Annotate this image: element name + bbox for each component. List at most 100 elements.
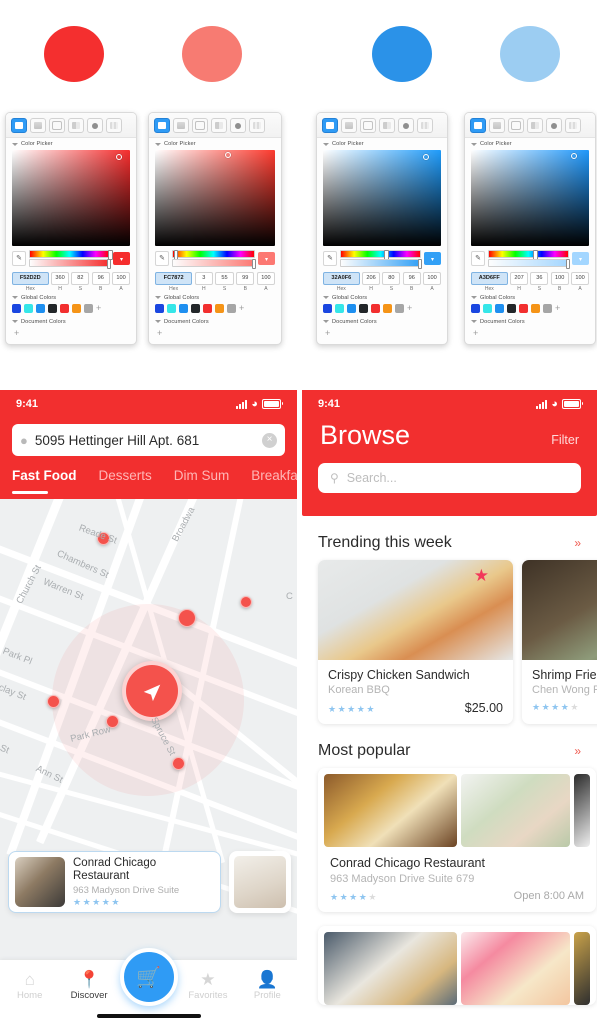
tab-breakfast[interactable]: Breakfa — [251, 466, 297, 499]
document-colors-section-header[interactable]: Document Colors — [6, 316, 136, 327]
address-value[interactable]: 5095 Hettinger Hill Apt. 681 — [35, 433, 255, 448]
color-picker-panel-4[interactable]: Color Picker ✎ ▾ A3D6FF Hex 207 H 36 S 1… — [464, 112, 596, 345]
tab-home[interactable]: ⌂ Home — [0, 971, 59, 1001]
restaurant-card-partial[interactable] — [318, 926, 596, 1005]
color-picker-panel-3[interactable]: Color Picker ✎ ▾ 32A0F6 Hex 206 H 80 S 9… — [316, 112, 448, 345]
food-card[interactable]: ★ Crispy Chicken Sandwich Korean BBQ ★ ★… — [318, 560, 513, 724]
hue-slider[interactable] — [340, 250, 421, 260]
gradient-tool-icon[interactable] — [341, 118, 357, 133]
fill-tool-icon[interactable] — [322, 118, 338, 133]
red-swatch[interactable] — [44, 26, 104, 82]
b-value[interactable]: 96 — [91, 271, 110, 285]
a-cell[interactable]: 100 A — [571, 271, 589, 292]
hue-slider[interactable] — [172, 250, 255, 260]
gradient-tool-icon[interactable] — [173, 118, 189, 133]
split-tool-icon[interactable] — [68, 118, 84, 133]
gradient-tool-icon[interactable] — [30, 118, 46, 133]
global-color-swatch[interactable] — [36, 303, 45, 313]
a-value[interactable]: 100 — [423, 271, 441, 285]
h-cell[interactable]: 207 H — [510, 271, 528, 292]
picker-toolbar[interactable] — [149, 113, 281, 138]
picker-toolbar[interactable] — [6, 113, 136, 138]
global-color-swatch[interactable] — [531, 303, 540, 313]
chevron-right-icon[interactable]: » — [574, 536, 581, 550]
document-colors-section-header[interactable]: Document Colors — [149, 316, 281, 327]
map-restaurant-carousel[interactable]: Conrad Chicago Restaurant 963 Madyson Dr… — [8, 851, 291, 913]
settings-gear-icon[interactable] — [546, 118, 562, 133]
pattern-tool-icon[interactable] — [106, 118, 122, 133]
blue-swatch[interactable] — [372, 26, 432, 82]
shadow-tool-icon[interactable] — [360, 118, 376, 133]
chevron-right-icon[interactable]: » — [574, 744, 581, 758]
bottom-tab-bar[interactable]: ⌂ Home 📍 Discover ★ Favorites 👤 Profile — [0, 948, 297, 1024]
global-color-swatch[interactable] — [48, 303, 57, 313]
current-color-box[interactable]: ▾ — [258, 251, 275, 265]
clear-icon[interactable]: × — [262, 432, 277, 448]
s-value[interactable]: 55 — [215, 271, 234, 285]
h-value[interactable]: 3 — [194, 271, 213, 285]
global-color-swatch[interactable] — [84, 303, 93, 313]
eyedropper-icon[interactable]: ✎ — [155, 250, 169, 266]
color-picker-section-header[interactable]: Color Picker — [149, 138, 281, 149]
add-document-color-icon[interactable]: + — [465, 327, 595, 344]
global-color-swatch[interactable] — [179, 303, 188, 313]
address-search-field[interactable]: ● 5095 Hettinger Hill Apt. 681 × — [12, 424, 285, 456]
b-cell[interactable]: 100 B — [550, 271, 569, 292]
global-color-swatch[interactable] — [483, 303, 492, 313]
global-color-swatch[interactable] — [519, 303, 528, 313]
restaurant-card[interactable]: Conrad Chicago Restaurant 963 Madyson Dr… — [318, 768, 596, 912]
saturation-brightness-field[interactable] — [471, 150, 589, 246]
color-picker-panel-1[interactable]: Color Picker ✎ ▾ F52D2D Hex 360 H 82 S 9… — [5, 112, 137, 345]
b-cell[interactable]: 96 B — [91, 271, 110, 292]
color-value-row[interactable]: A3D6FF Hex 207 H 36 S 100 B 100 A — [465, 268, 595, 292]
tab-desserts[interactable]: Desserts — [99, 466, 152, 499]
s-cell[interactable]: 36 S — [530, 271, 549, 292]
global-colors-swatches[interactable]: + — [6, 303, 136, 316]
split-tool-icon[interactable] — [527, 118, 543, 133]
global-colors-section-header[interactable]: Global Colors — [465, 292, 595, 303]
global-colors-swatches[interactable]: + — [149, 303, 281, 316]
global-color-swatch[interactable] — [507, 303, 516, 313]
hex-value[interactable]: F52D2D — [12, 271, 49, 285]
a-cell[interactable]: 100 A — [423, 271, 441, 292]
picker-toolbar[interactable] — [317, 113, 447, 138]
global-colors-swatches[interactable]: + — [465, 303, 595, 316]
global-color-swatch[interactable] — [167, 303, 176, 313]
b-cell[interactable]: 99 B — [236, 271, 255, 292]
food-card[interactable]: Shrimp Frie Chen Wong F ★ ★ ★ ★ ★ — [522, 560, 597, 724]
add-document-color-icon[interactable]: + — [317, 327, 447, 344]
trending-carousel[interactable]: ★ Crispy Chicken Sandwich Korean BBQ ★ ★… — [302, 560, 597, 724]
global-color-swatch[interactable] — [543, 303, 552, 313]
search-input[interactable]: ⚲ Search... — [318, 463, 581, 493]
current-color-box[interactable]: ▾ — [572, 251, 589, 265]
tab-dim-sum[interactable]: Dim Sum — [174, 466, 230, 499]
eyedropper-icon[interactable]: ✎ — [471, 250, 485, 266]
hue-slider[interactable] — [488, 250, 569, 260]
color-picker-section-header[interactable]: Color Picker — [465, 138, 595, 149]
global-color-swatch[interactable] — [24, 303, 33, 313]
a-value[interactable]: 100 — [256, 271, 276, 285]
hex-cell[interactable]: A3D6FF Hex — [471, 271, 508, 292]
tab-profile[interactable]: 👤 Profile — [238, 971, 297, 1001]
global-color-swatch[interactable] — [215, 303, 224, 313]
b-value[interactable]: 99 — [236, 271, 255, 285]
add-global-color-icon[interactable]: + — [239, 304, 244, 313]
map-marker[interactable] — [47, 695, 60, 708]
s-cell[interactable]: 80 S — [382, 271, 401, 292]
a-value[interactable]: 100 — [112, 271, 130, 285]
tab-fast-food[interactable]: Fast Food — [12, 466, 77, 499]
gradient-tool-icon[interactable] — [489, 118, 505, 133]
global-colors-section-header[interactable]: Global Colors — [149, 292, 281, 303]
color-picker-section-header[interactable]: Color Picker — [317, 138, 447, 149]
s-cell[interactable]: 82 S — [71, 271, 90, 292]
map-restaurant-card[interactable]: Conrad Chicago Restaurant 963 Madyson Dr… — [8, 851, 221, 913]
h-value[interactable]: 206 — [362, 271, 380, 285]
current-color-box[interactable]: ▾ — [113, 251, 130, 265]
s-value[interactable]: 82 — [71, 271, 90, 285]
b-value[interactable]: 96 — [402, 271, 421, 285]
color-value-row[interactable]: F52D2D Hex 360 H 82 S 96 B 100 A — [6, 268, 136, 292]
b-value[interactable]: 100 — [550, 271, 569, 285]
hex-value[interactable]: A3D6FF — [471, 271, 508, 285]
global-colors-swatches[interactable]: + — [317, 303, 447, 316]
h-value[interactable]: 360 — [51, 271, 69, 285]
